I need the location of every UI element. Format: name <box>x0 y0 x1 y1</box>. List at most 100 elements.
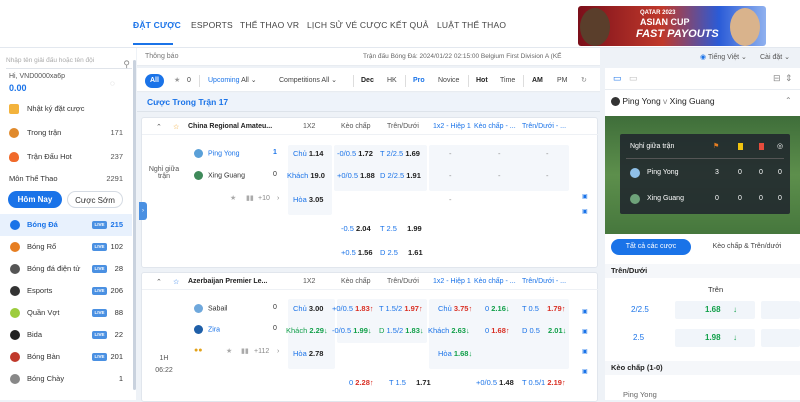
odds-h1-handicap-home[interactable]: 0 2.16↓ <box>485 300 510 318</box>
settings-menu[interactable]: Cài đặt ⌄ <box>760 53 790 61</box>
tab-all-bets[interactable]: Tất cả các cược <box>611 239 691 255</box>
language-selector[interactable]: ◉ Tiếng Việt ⌄ <box>700 53 747 61</box>
nav-esports[interactable]: ESPORTS <box>191 20 233 30</box>
sidebar-item-hot-matches[interactable]: Trận Đấu Hot 237 <box>0 148 132 166</box>
sidebar-sport-item[interactable]: Esports LIVE 206 <box>0 280 132 302</box>
odds-home-win[interactable]: Chủ 3.00 <box>293 300 323 318</box>
odds-over-alt[interactable]: T 2.5 1.99 <box>380 220 422 238</box>
sidebar-sport-item[interactable]: Bóng đá điện tử LIVE 28 <box>0 258 132 280</box>
favorite-star-icon[interactable]: ★ <box>226 347 232 355</box>
sidebar-sport-item[interactable]: Bóng Bàn LIVE 201 <box>0 346 132 368</box>
sidebar-scrollbar[interactable] <box>133 60 136 390</box>
side-icon[interactable]: ▣ <box>582 328 588 335</box>
odds-hk[interactable]: HK <box>387 74 397 88</box>
odds-draw[interactable]: Hòa 2.78 <box>293 345 323 363</box>
ou-odds-under-button[interactable] <box>761 301 800 319</box>
upcoming-dropdown[interactable]: Upcoming All ⌄ <box>208 74 257 88</box>
odds-handicap-away[interactable]: -0/0.5 1.99↓ <box>332 322 372 340</box>
time-am[interactable]: AM <box>532 74 543 88</box>
odds-away-win[interactable]: Khách 2.29↓ <box>286 322 328 340</box>
odds-handicap-away[interactable]: +0/0.5 1.88 <box>337 167 375 185</box>
time-pm[interactable]: PM <box>557 74 568 88</box>
nav-lich-su-ve-cuoc[interactable]: LỊCH SỬ VÉ CƯỢC <box>307 20 388 30</box>
home-team[interactable]: Ping Yong <box>194 149 240 158</box>
odds-h1-over-alt[interactable]: T 0.5/1 2.19↑ <box>522 374 566 392</box>
side-icon[interactable]: ▣ <box>582 308 588 315</box>
favorite-star-icon[interactable]: ☆ <box>173 123 179 131</box>
tab-early-bets[interactable]: Cược Sớm <box>67 191 123 208</box>
odds-h1-away[interactable]: Khách 2.63↓ <box>428 322 470 340</box>
odds-dec[interactable]: Dec <box>361 74 374 88</box>
stats-icon[interactable]: ▮▮ <box>241 347 249 355</box>
more-markets-button[interactable]: +10 <box>258 195 270 202</box>
odds-away-win[interactable]: Khách 19.0 <box>287 167 325 185</box>
odds-draw[interactable]: Hòa 3.05 <box>293 191 323 209</box>
refresh-balance-icon[interactable]: ◌ <box>110 79 115 88</box>
search-icon[interactable]: ⚲ <box>123 56 130 72</box>
search-input[interactable]: Nhập tên giải đấu hoặc tên đội ⚲ <box>6 53 132 69</box>
more-chevron-icon[interactable]: › <box>277 195 279 202</box>
collapse-icon[interactable]: ⌃ <box>785 96 792 105</box>
brand-logo[interactable] <box>5 10 123 38</box>
tab-today[interactable]: Hôm Nay <box>8 191 62 208</box>
odds-handicap-alt-away[interactable]: +0.5 1.56 <box>341 244 373 262</box>
expand-toggle-icon[interactable]: › <box>139 202 147 220</box>
sidebar-sport-item[interactable]: Bida LIVE 22 <box>0 324 132 346</box>
stats-icon[interactable]: ▮▮ <box>246 194 254 202</box>
league-name[interactable]: China Regional Amateu... <box>188 123 272 130</box>
odds-h1-over[interactable]: T 0.5 1.79↑ <box>522 300 565 318</box>
filter-all-chip[interactable]: All <box>145 74 164 88</box>
odds-under[interactable]: D 1.5/2 1.83↓ <box>379 322 424 340</box>
side-icon[interactable]: ▣ <box>582 193 588 200</box>
sort-time[interactable]: Time <box>500 74 515 88</box>
sidebar-item-in-play[interactable]: Trong trận 171 <box>0 124 132 142</box>
ou-odds-under-button[interactable] <box>761 329 800 347</box>
away-team[interactable]: Xing Guang <box>194 171 245 180</box>
competitions-dropdown[interactable]: Competitions All ⌄ <box>279 74 337 88</box>
side-icon[interactable]: ▣ <box>582 348 588 355</box>
home-team[interactable]: Sabail <box>194 304 227 313</box>
view-novice[interactable]: Novice <box>438 74 459 88</box>
odds-h1-under[interactable]: D 0.5 2.01↓ <box>522 322 566 340</box>
odds-h1-draw[interactable]: Hòa 1.68↓ <box>438 345 472 363</box>
odds-handicap-home[interactable]: +0/0.5 1.83↑ <box>332 300 374 318</box>
tab-handicap-ou[interactable]: Kèo chấp & Trên/dưới <box>697 239 797 255</box>
sidebar-sport-item[interactable]: Quần Vợt LIVE 88 <box>0 302 132 324</box>
nav-ket-qua[interactable]: KẾT QUẢ <box>390 20 429 30</box>
stats-tab-icon[interactable]: ▭ <box>629 73 638 84</box>
nav-the-thao-vr[interactable]: THỂ THAO VR <box>240 20 299 30</box>
odds-over-alt[interactable]: T 1.5 1.71 <box>379 374 431 392</box>
side-icon[interactable]: ▣ <box>582 208 588 215</box>
side-icon[interactable]: ▣ <box>582 368 588 375</box>
sidebar-sport-item[interactable]: Bóng Rổ LIVE 102 <box>0 236 132 258</box>
odds-over[interactable]: T 2/2.5 1.69 <box>380 145 420 163</box>
notice-ticker[interactable]: Trận đấu Bóng Đá: 2024/01/22 02:15:00 Be… <box>363 53 562 60</box>
odds-handicap-home[interactable]: -0/0.5 1.72 <box>337 145 373 163</box>
favorite-star-icon[interactable]: ★ <box>230 194 236 202</box>
sidebar-sport-item[interactable]: Bóng Chày 1 <box>0 368 132 390</box>
odds-handicap-alt-home[interactable]: -0.5 2.04 <box>341 220 371 238</box>
odds-h1-handicap-away[interactable]: 0 1.68↑ <box>485 322 510 340</box>
odds-under-alt[interactable]: D 2.5 1.61 <box>380 244 423 262</box>
pin-icon[interactable]: ⊟ <box>773 73 781 84</box>
sidebar-item-bet-log[interactable]: Nhật ký đặt cược <box>0 100 132 118</box>
away-team[interactable]: Zira <box>194 325 220 334</box>
view-pro[interactable]: Pro <box>413 74 425 88</box>
odds-over[interactable]: T 1.5/2 1.97↑ <box>379 300 423 318</box>
ou-section-title[interactable]: Trên/Dưới <box>605 264 800 278</box>
favorite-star-icon[interactable]: ★ <box>174 74 180 88</box>
odds-home-win[interactable]: Chủ 1.14 <box>293 145 323 163</box>
odds-under[interactable]: D 2/2.5 1.91 <box>380 167 421 185</box>
hdp-section-title[interactable]: Kèo chấp (1-0) <box>605 361 800 375</box>
nav-luat-the-thao[interactable]: LUẬT THỂ THAO <box>437 20 506 30</box>
more-markets-button[interactable]: +112 <box>254 348 269 355</box>
sort-hot[interactable]: Hot <box>476 74 488 88</box>
odds-handicap-alt[interactable]: 0 2.28↑ <box>349 374 374 392</box>
refresh-icon[interactable]: ↻ <box>581 74 587 88</box>
expand-icon[interactable]: ⇕ <box>785 73 793 84</box>
favorite-star-icon[interactable]: ☆ <box>173 278 179 286</box>
league-name[interactable]: Azerbaijan Premier Le... <box>188 278 267 285</box>
nav-dat-cuoc[interactable]: ĐẶT CƯỢC <box>133 20 181 30</box>
sidebar-sport-item[interactable]: Bóng Đá LIVE 215 <box>0 214 132 236</box>
tv-icon[interactable]: ▭ <box>613 73 622 84</box>
